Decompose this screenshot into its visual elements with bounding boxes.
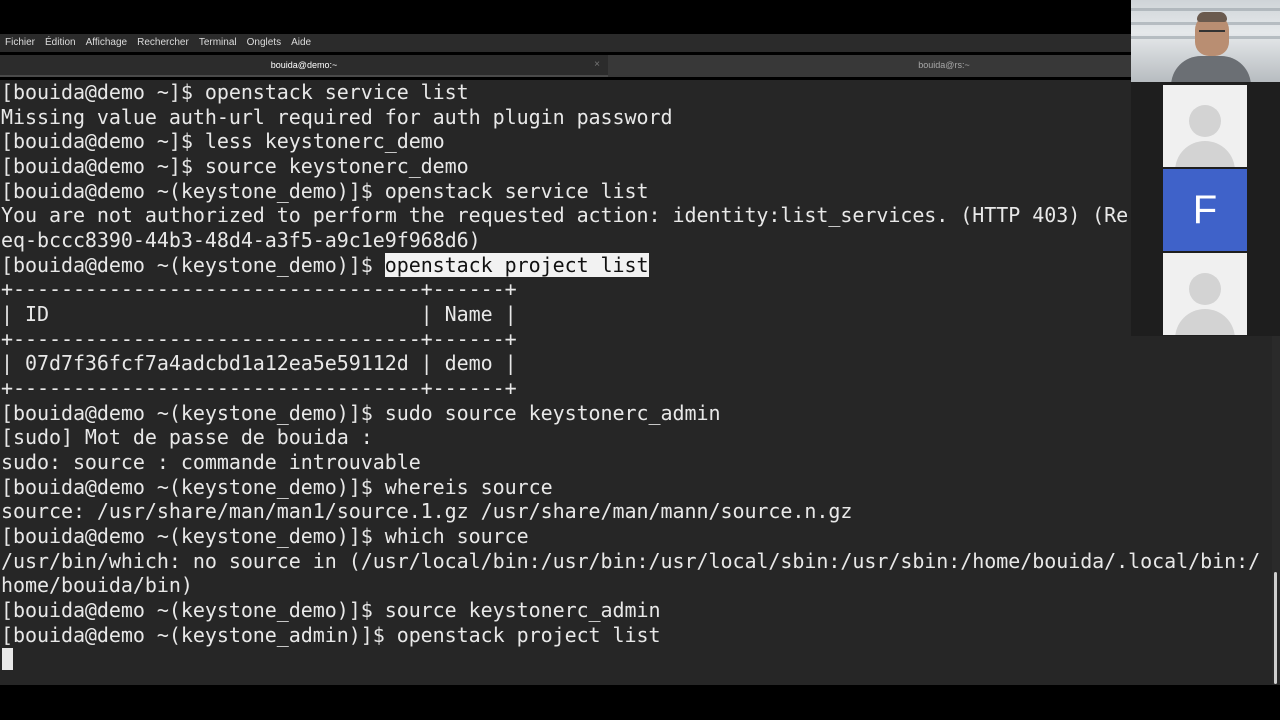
terminal-line: [bouida@demo ~(keystone_demo)]$ openstac… — [1, 179, 649, 203]
menu-terminal[interactable]: Terminal — [194, 34, 242, 52]
terminal-line: [sudo] Mot de passe de bouida : — [1, 425, 373, 449]
table-border: +----------------------------------+----… — [1, 327, 517, 351]
video-call-panel: F — [1131, 0, 1280, 336]
menu-fichier[interactable]: Fichier — [0, 34, 40, 52]
menu-affichage[interactable]: Affichage — [81, 34, 133, 52]
close-icon[interactable]: × — [594, 55, 600, 75]
terminal-line: home/bouida/bin) — [1, 573, 193, 597]
table-border: +----------------------------------+----… — [1, 376, 517, 400]
menu-rechercher[interactable]: Rechercher — [132, 34, 194, 52]
tab-label: bouida@demo:~ — [270, 60, 338, 70]
terminal-prompt: [bouida@demo ~(keystone_demo)]$ — [1, 253, 385, 277]
avatar-body-icon — [1175, 141, 1235, 167]
terminal-line: sudo: source : commande introuvable — [1, 450, 421, 474]
terminal-line: eq-bccc8390-44b3-48d4-a3f5-a9c1e9f968d6) — [1, 228, 481, 252]
terminal-output[interactable]: [bouida@demo ~]$ openstack service list … — [0, 80, 1272, 685]
terminal-line: source: /usr/share/man/man1/source.1.gz … — [1, 499, 853, 523]
terminal-line: /usr/bin/which: no source in (/usr/local… — [1, 549, 1261, 573]
terminal-line: [bouida@demo ~(keystone_demo)]$ source k… — [1, 598, 661, 622]
participant-avatar — [1163, 253, 1247, 335]
terminal-line-selected: [bouida@demo ~(keystone_demo)]$ openstac… — [1, 253, 649, 277]
terminal-line: [bouida@demo ~]$ less keystonerc_demo — [1, 129, 445, 153]
window-blind — [1131, 8, 1280, 11]
selected-text[interactable]: openstack project list — [384, 253, 649, 277]
tab-bar: bouida@demo:~ × bouida@rs:~ — [0, 55, 1280, 77]
terminal-line: [bouida@demo ~(keystone_admin)]$ opensta… — [1, 623, 661, 647]
tab-label: bouida@rs:~ — [918, 60, 970, 70]
participant-letter-avatar: F — [1163, 169, 1247, 251]
avatar-head-icon — [1189, 273, 1221, 305]
terminal-line: [bouida@demo ~(keystone_demo)]$ sudo sou… — [1, 401, 721, 425]
menu-aide[interactable]: Aide — [286, 34, 316, 52]
person-glasses — [1199, 30, 1225, 37]
person-body — [1171, 56, 1251, 82]
person-hair — [1197, 12, 1227, 22]
menu-onglets[interactable]: Onglets — [242, 34, 286, 52]
tab-bouida-demo[interactable]: bouida@demo:~ × — [0, 55, 608, 77]
table-border: +----------------------------------+----… — [1, 277, 517, 301]
terminal-line: [bouida@demo ~(keystone_demo)]$ which so… — [1, 524, 529, 548]
bottom-black-bar — [0, 685, 1280, 720]
terminal-line: You are not authorized to perform the re… — [1, 203, 1129, 227]
avatar-head-icon — [1189, 105, 1221, 137]
text-cursor — [2, 648, 13, 670]
terminal-line: [bouida@demo ~]$ openstack service list — [1, 80, 469, 104]
menu-bar: Fichier Édition Affichage Rechercher Ter… — [0, 34, 1280, 52]
terminal-line: [bouida@demo ~]$ source keystonerc_demo — [1, 154, 469, 178]
top-black-bar — [0, 0, 1280, 34]
webcam-video — [1131, 0, 1280, 82]
terminal-line: [bouida@demo ~(keystone_demo)]$ whereis … — [1, 475, 553, 499]
table-row: | 07d7f36fcf7a4adcbd1a12ea5e59112d | dem… — [1, 351, 517, 375]
avatar-body-icon — [1175, 309, 1235, 335]
scrollbar-thumb[interactable] — [1274, 572, 1277, 684]
table-header: | ID | Name | — [1, 302, 517, 326]
terminal-line: Missing value auth-url required for auth… — [1, 105, 673, 129]
menu-edition[interactable]: Édition — [40, 34, 81, 52]
participant-avatar — [1163, 85, 1247, 167]
